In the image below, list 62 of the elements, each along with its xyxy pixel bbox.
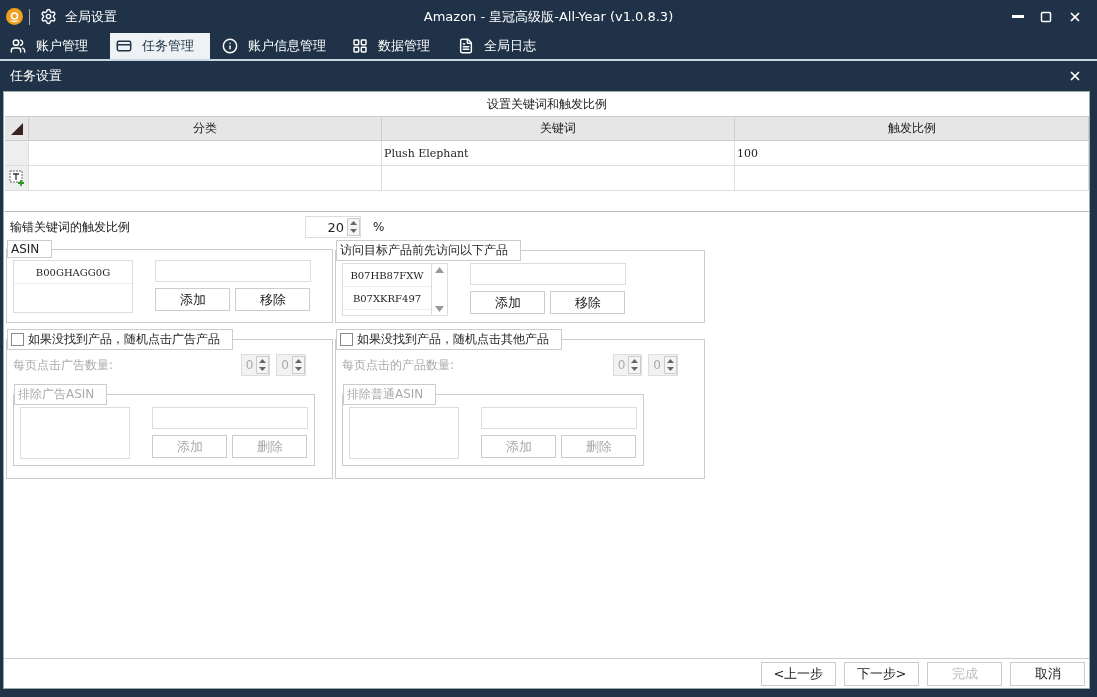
gears-icon[interactable]	[40, 8, 57, 25]
tab[interactable]: 任务管理	[110, 33, 210, 59]
card-icon	[116, 38, 132, 54]
asin-list[interactable]: B00GHAGG0G	[13, 260, 133, 313]
scrollbar[interactable]	[431, 264, 447, 315]
group-title: 访问目标产品前先访问以下产品	[336, 240, 521, 261]
group-title: 排除广告ASIN	[14, 384, 108, 405]
panel-title: 任务设置	[10, 67, 62, 85]
logo-icon	[6, 8, 23, 25]
spinner-arrows-icon[interactable]	[664, 356, 677, 374]
tab[interactable]: 全局日志	[452, 33, 552, 59]
minimize-icon	[1012, 15, 1024, 18]
wizard-button[interactable]: 下一步>	[844, 661, 919, 686]
minimize-button[interactable]	[1009, 12, 1027, 21]
group-title: ASIN	[7, 240, 53, 258]
checkbox[interactable]	[340, 333, 353, 346]
list-item[interactable]: B07HB87FXW	[343, 264, 431, 287]
count-label: 每页点击的产品数量:	[342, 356, 456, 374]
tab[interactable]: 账户管理	[4, 33, 104, 59]
up-arrow-icon	[435, 267, 444, 273]
list-button[interactable]: 移除	[235, 288, 310, 311]
list-item[interactable]: B00GHAGG0G	[14, 261, 132, 284]
count-label: 每页点击广告数量:	[13, 356, 115, 374]
grid-caption: 设置关键词和触发比例	[486, 95, 608, 113]
spinner-arrows-icon[interactable]	[256, 356, 270, 374]
corner-icon[interactable]	[10, 122, 23, 135]
close-icon	[1068, 69, 1082, 83]
wizard-button[interactable]: 取消	[1010, 661, 1085, 686]
misspell-label: 输错关键词的触发比例	[10, 218, 131, 236]
tab[interactable]: 数据管理	[346, 33, 446, 59]
unit-label: %	[373, 220, 385, 234]
asin-list[interactable]: B07HB87FXW B07XKRF497	[342, 263, 448, 316]
column-header[interactable]: 关键词	[382, 116, 735, 141]
column-header[interactable]: 分类	[29, 116, 382, 141]
group-title: 排除普通ASIN	[343, 384, 437, 405]
document-icon	[458, 38, 474, 54]
ratio-spinner[interactable]: 20	[305, 216, 361, 238]
spinner-arrows-icon[interactable]	[292, 356, 305, 374]
table-cell: Plush Elephant	[382, 141, 735, 166]
maximize-icon	[1040, 10, 1052, 23]
table-cell: 100	[735, 141, 1089, 166]
users-icon	[10, 38, 26, 54]
list-button[interactable]: 添加	[155, 288, 230, 311]
list-item[interactable]: B07XKRF497	[343, 287, 431, 310]
input-field[interactable]	[470, 263, 626, 285]
info-icon	[222, 38, 238, 54]
input-field[interactable]	[155, 260, 311, 282]
wizard-button[interactable]: <上一步	[761, 661, 836, 686]
checkbox-label[interactable]: 如果没找到产品，随机点击其他产品	[336, 329, 562, 350]
checkbox[interactable]	[11, 333, 24, 346]
new-row-icon[interactable]	[8, 170, 25, 186]
menu-label[interactable]: 全局设置	[65, 7, 117, 26]
window-title: Amazon - 皇冠高级版-All-Year (v1.0.8.3)	[423, 7, 674, 26]
checkbox-label[interactable]: 如果没找到产品，随机点击广告产品	[7, 329, 233, 350]
list-button[interactable]: 添加	[470, 291, 545, 314]
grid-icon	[352, 38, 368, 54]
list-button[interactable]: 移除	[550, 291, 625, 314]
column-header[interactable]: 触发比例	[735, 116, 1089, 141]
down-arrow-icon	[435, 306, 444, 312]
tab[interactable]: 账户信息管理	[216, 33, 340, 59]
spinner-arrows-icon[interactable]	[628, 356, 642, 374]
spinner-arrows-icon[interactable]	[347, 218, 360, 236]
